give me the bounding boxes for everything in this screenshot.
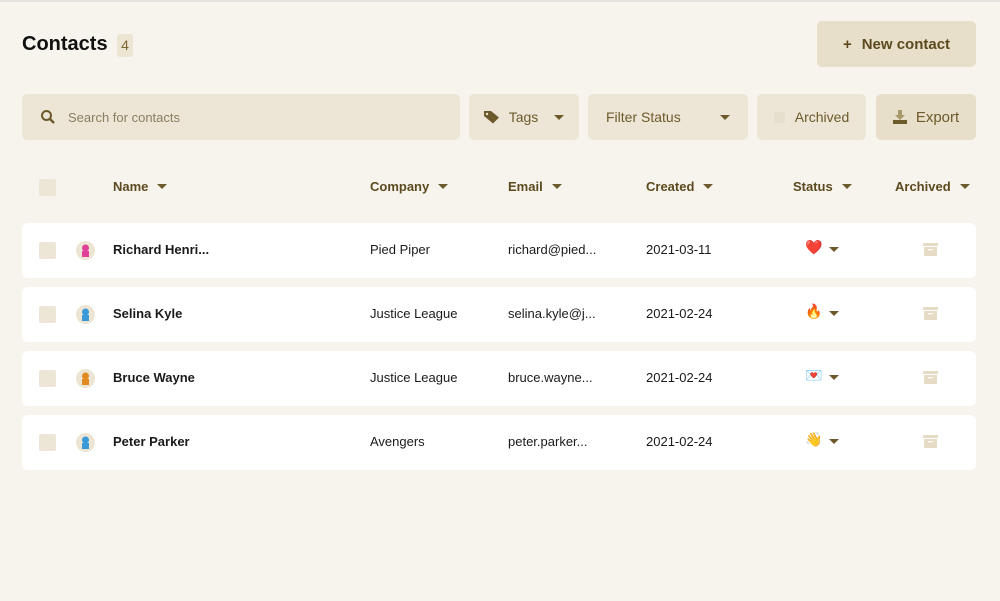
avatar-figure-icon bbox=[82, 308, 89, 321]
new-contact-label: New contact bbox=[861, 35, 951, 53]
status-dropdown-icon[interactable] bbox=[829, 311, 839, 316]
contact-created: 2021-03-11 bbox=[646, 242, 712, 257]
contact-email: selina.kyle@j... bbox=[508, 306, 596, 321]
row-checkbox[interactable] bbox=[39, 306, 56, 323]
contact-company: Avengers bbox=[370, 434, 425, 449]
sort-icon bbox=[959, 184, 970, 189]
plus-icon: + bbox=[842, 35, 852, 53]
contact-created: 2021-02-24 bbox=[646, 306, 713, 321]
row-checkbox[interactable] bbox=[39, 370, 56, 387]
table-row[interactable]: Peter Parker Avengers peter.parker... 20… bbox=[22, 415, 976, 470]
archive-icon[interactable] bbox=[923, 243, 938, 256]
sort-icon bbox=[157, 184, 168, 189]
archive-icon[interactable] bbox=[923, 371, 938, 384]
search-placeholder: Search for contacts bbox=[68, 109, 180, 125]
avatar bbox=[76, 433, 95, 452]
status-emoji-icon[interactable]: 👋 bbox=[805, 431, 822, 448]
row-checkbox[interactable] bbox=[39, 242, 56, 259]
status-emoji-icon[interactable]: 💌 bbox=[805, 367, 822, 384]
avatar-figure-icon bbox=[82, 372, 89, 385]
status-dropdown-icon[interactable] bbox=[829, 375, 839, 380]
table-row[interactable]: Richard Henri... Pied Piper richard@pied… bbox=[22, 223, 976, 278]
archive-icon[interactable] bbox=[923, 307, 938, 320]
contact-created: 2021-02-24 bbox=[646, 370, 713, 385]
status-dropdown-icon[interactable] bbox=[829, 247, 839, 252]
status-emoji-icon[interactable]: 🔥 bbox=[805, 303, 822, 320]
column-label: Created bbox=[646, 179, 695, 194]
column-label: Email bbox=[508, 179, 543, 194]
search-icon bbox=[41, 110, 55, 124]
avatar bbox=[76, 369, 95, 388]
contact-name[interactable]: Peter Parker bbox=[113, 434, 190, 449]
column-header-archived[interactable]: Archived bbox=[895, 179, 970, 194]
table-row[interactable]: Bruce Wayne Justice League bruce.wayne..… bbox=[22, 351, 976, 406]
sort-icon bbox=[438, 184, 449, 189]
filter-status-label: Filter Status bbox=[606, 109, 681, 125]
tag-icon bbox=[483, 110, 499, 123]
avatar-figure-icon bbox=[82, 436, 89, 449]
filter-status-dropdown[interactable]: Filter Status bbox=[588, 94, 748, 140]
contact-email: bruce.wayne... bbox=[508, 370, 593, 385]
column-header-status[interactable]: Status bbox=[793, 179, 852, 194]
search-input[interactable]: Search for contacts bbox=[22, 94, 460, 140]
table-row[interactable]: Selina Kyle Justice League selina.kyle@j… bbox=[22, 287, 976, 342]
column-label: Name bbox=[113, 179, 149, 194]
contact-created: 2021-02-24 bbox=[646, 434, 713, 449]
column-header-name[interactable]: Name bbox=[113, 179, 168, 194]
contacts-count-badge: 4 bbox=[117, 34, 133, 57]
sort-icon bbox=[551, 184, 562, 189]
archive-icon[interactable] bbox=[923, 435, 938, 448]
page-title: Contacts bbox=[22, 33, 108, 55]
column-header-email[interactable]: Email bbox=[508, 179, 562, 194]
status-dropdown-icon[interactable] bbox=[829, 439, 839, 444]
contact-company: Justice League bbox=[370, 306, 458, 321]
avatar-figure-icon bbox=[82, 244, 89, 257]
export-button[interactable]: Export bbox=[876, 94, 976, 140]
status-emoji-icon[interactable]: ❤️ bbox=[805, 239, 822, 256]
archived-toggle[interactable]: Archived bbox=[757, 94, 866, 140]
column-header-company[interactable]: Company bbox=[370, 179, 449, 194]
avatar bbox=[76, 241, 95, 260]
select-all-checkbox[interactable] bbox=[39, 179, 56, 196]
tags-dropdown[interactable]: Tags bbox=[469, 94, 579, 140]
contact-name[interactable]: Selina Kyle bbox=[113, 306, 182, 321]
sort-icon bbox=[841, 184, 852, 189]
column-label: Archived bbox=[895, 179, 951, 194]
sort-icon bbox=[703, 184, 714, 189]
contact-company: Pied Piper bbox=[370, 242, 430, 257]
archived-checkbox[interactable] bbox=[773, 111, 785, 123]
tags-label: Tags bbox=[508, 109, 539, 125]
contact-company: Justice League bbox=[370, 370, 458, 385]
new-contact-button[interactable]: + New contact bbox=[817, 21, 976, 67]
column-label: Status bbox=[793, 179, 833, 194]
archived-label: Archived bbox=[794, 109, 850, 125]
row-checkbox[interactable] bbox=[39, 434, 56, 451]
contact-name[interactable]: Richard Henri... bbox=[113, 242, 209, 257]
contact-name[interactable]: Bruce Wayne bbox=[113, 370, 195, 385]
chevron-down-icon bbox=[720, 114, 730, 120]
column-header-created[interactable]: Created bbox=[646, 179, 714, 194]
chevron-down-icon bbox=[554, 114, 565, 120]
contact-email: richard@pied... bbox=[508, 242, 597, 257]
export-label: Export bbox=[915, 108, 960, 126]
download-icon bbox=[892, 110, 907, 124]
column-label: Company bbox=[370, 179, 430, 194]
avatar bbox=[76, 305, 95, 324]
contact-email: peter.parker... bbox=[508, 434, 588, 449]
